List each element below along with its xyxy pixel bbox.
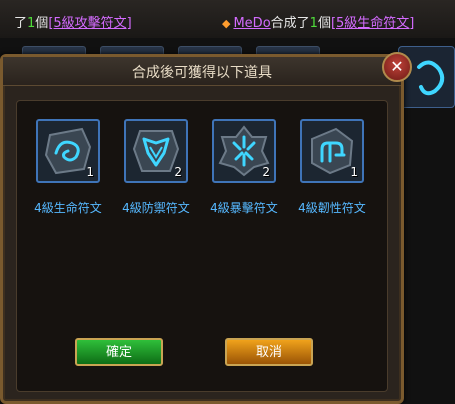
reward-item[interactable]: 1 4級生命符文: [13, 119, 103, 215]
item-slot[interactable]: 2: [212, 119, 276, 183]
chat-notification-bar: 了1個[5級攻擊符文] ◆ MeDo合成了1個[5級生命符文]: [0, 0, 455, 38]
reward-item[interactable]: 2 4級防禦符文: [101, 119, 191, 215]
chat-verb: 合成了: [270, 16, 310, 31]
chat-unit: 個: [35, 16, 49, 31]
item-slot[interactable]: 2: [124, 119, 188, 183]
chat-unit: 個: [317, 16, 331, 31]
chat-item-link[interactable]: [5級攻擊符文]: [48, 16, 131, 31]
reward-item[interactable]: 1 4級韌性符文: [277, 119, 367, 215]
item-slot[interactable]: 1: [300, 119, 364, 183]
item-count: 1: [86, 165, 94, 179]
close-icon: ✕: [390, 57, 404, 76]
cancel-button[interactable]: 取消: [225, 338, 313, 366]
chat-item-link[interactable]: [5級生命符文]: [331, 16, 414, 31]
dialog-title-bar: 合成後可獲得以下道具: [3, 57, 401, 86]
chat-message-left: 了1個[5級攻擊符文]: [14, 12, 132, 31]
diamond-icon: ◆: [222, 17, 231, 30]
chat-player-link[interactable]: MeDo: [233, 16, 270, 31]
confirm-button[interactable]: 確定: [75, 338, 163, 366]
item-slot[interactable]: 1: [36, 119, 100, 183]
chat-message-right: ◆ MeDo合成了1個[5級生命符文]: [222, 12, 414, 31]
synthesis-reward-dialog: 合成後可獲得以下道具 1 4級生命符文 2 4級防禦符文 2 4級暴擊符文 1 …: [0, 54, 404, 404]
reward-item[interactable]: 2 4級暴擊符文: [189, 119, 279, 215]
item-count: 2: [262, 165, 270, 179]
dialog-title: 合成後可獲得以下道具: [132, 65, 272, 81]
item-count: 2: [174, 165, 182, 179]
item-label: 4級韌性符文: [298, 201, 366, 215]
item-count: 1: [350, 165, 358, 179]
close-button[interactable]: ✕: [382, 52, 412, 82]
chat-count: 1: [309, 16, 318, 31]
chat-prefix: 了: [14, 16, 28, 31]
